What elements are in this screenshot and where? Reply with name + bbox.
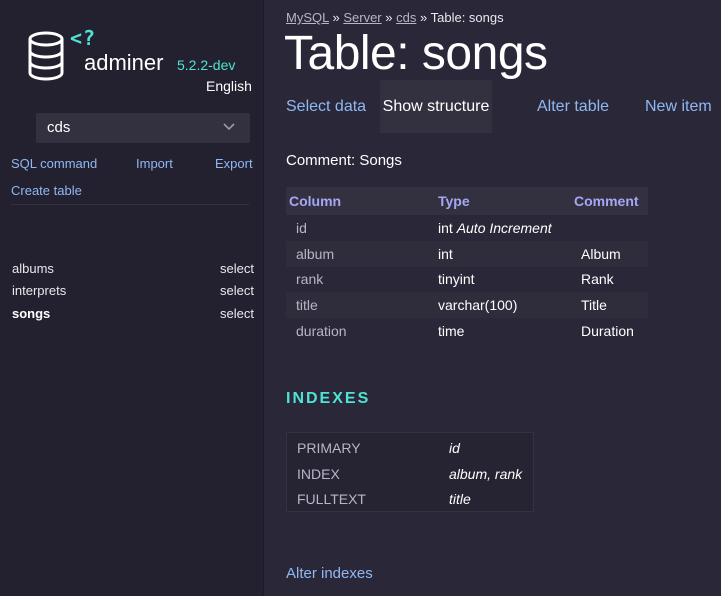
language-switcher[interactable]: English xyxy=(206,78,252,94)
index-columns: id xyxy=(449,440,460,456)
indexes-heading: INDEXES xyxy=(286,390,371,407)
column-name: album xyxy=(286,240,438,267)
column-name: title xyxy=(286,292,438,319)
table-row: rank tinyint Rank xyxy=(286,267,648,293)
type-extra: Auto Increment xyxy=(456,219,552,236)
index-type: FULLTEXT xyxy=(297,491,366,507)
breadcrumb-database[interactable]: cds xyxy=(396,10,416,25)
index-columns: title xyxy=(449,491,471,507)
tab-select-data[interactable]: Select data xyxy=(286,80,366,133)
breadcrumb-separator: » xyxy=(419,10,428,25)
breadcrumb-separator: » xyxy=(385,10,393,25)
logo-code-mark: <? xyxy=(70,26,97,50)
table-comment: Comment: Songs xyxy=(286,152,402,169)
column-header: Column xyxy=(286,187,438,215)
breadcrumb-separator: » xyxy=(332,10,340,25)
alter-indexes-link[interactable]: Alter indexes xyxy=(286,565,373,582)
page-title: Table: songs xyxy=(284,27,548,80)
database-select[interactable]: cds xyxy=(36,113,250,143)
index-row: PRIMARY id xyxy=(297,440,533,460)
import-link[interactable]: Import xyxy=(136,156,173,171)
table-row: album int Album xyxy=(286,240,648,267)
column-comment xyxy=(574,215,648,241)
column-name: duration xyxy=(296,323,347,340)
table-row: duration time Duration xyxy=(286,318,648,344)
column-type: int Auto Increment xyxy=(438,215,574,241)
column-type: varchar(100) xyxy=(438,292,574,319)
table-list-item: albums select xyxy=(12,261,254,279)
export-link[interactable]: Export xyxy=(215,156,253,171)
tab-alter-table[interactable]: Alter table xyxy=(537,80,609,133)
breadcrumb-mysql[interactable]: MySQL xyxy=(286,10,329,25)
table-header-row: Column Type Comment xyxy=(286,187,648,215)
breadcrumb-current: Table: songs xyxy=(430,10,504,25)
comment-header: Comment xyxy=(574,187,648,215)
table-name-link-active[interactable]: songs xyxy=(12,306,50,321)
column-name: rank xyxy=(296,271,324,288)
column-comment: Title xyxy=(574,292,648,319)
table-list-item: interprets select xyxy=(12,283,254,301)
table-name-link[interactable]: albums xyxy=(12,261,54,276)
chevron-down-icon xyxy=(223,123,235,131)
column-comment: Album xyxy=(574,240,648,267)
sidebar-divider xyxy=(11,204,249,205)
table-select-link[interactable]: select xyxy=(220,283,254,298)
type-header: Type xyxy=(438,187,574,215)
index-columns: album, rank xyxy=(449,466,523,482)
table-name-link[interactable]: interprets xyxy=(12,283,66,298)
column-type: int xyxy=(438,240,574,267)
database-select-value: cds xyxy=(47,119,71,136)
table-list-item: songs select xyxy=(12,306,254,324)
column-comment: Rank xyxy=(581,271,614,288)
type-value: int xyxy=(438,219,453,236)
index-row: INDEX album, rank xyxy=(297,466,533,486)
column-comment: Duration xyxy=(581,323,634,340)
column-type: tinyint xyxy=(438,271,475,288)
create-table-link[interactable]: Create table xyxy=(11,183,82,198)
breadcrumb-server[interactable]: Server xyxy=(343,10,381,25)
index-row: FULLTEXT title xyxy=(297,491,533,511)
app-version[interactable]: 5.2.2-dev xyxy=(177,57,235,73)
tab-new-item[interactable]: New item xyxy=(645,80,712,133)
breadcrumb: MySQL » Server » cds » Table: songs xyxy=(286,10,504,25)
tab-show-structure[interactable]: Show structure xyxy=(380,80,492,133)
table-select-link[interactable]: select xyxy=(220,306,254,321)
index-type: INDEX xyxy=(297,466,340,482)
structure-table: Column Type Comment id int Auto Incremen… xyxy=(286,187,648,344)
column-type: time xyxy=(438,323,465,340)
index-type: PRIMARY xyxy=(297,440,361,456)
table-row: id int Auto Increment xyxy=(286,215,648,241)
sidebar: <? adminer 5.2.2-dev English cds SQL com… xyxy=(0,0,264,596)
sql-command-link[interactable]: SQL command xyxy=(11,156,97,171)
indexes-table: PRIMARY id INDEX album, rank FULLTEXT ti… xyxy=(286,432,534,512)
column-name: id xyxy=(296,219,307,236)
table-row: title varchar(100) Title xyxy=(286,292,648,319)
table-select-link[interactable]: select xyxy=(220,261,254,276)
database-logo-icon[interactable] xyxy=(28,31,68,81)
app-name[interactable]: adminer xyxy=(84,50,163,76)
